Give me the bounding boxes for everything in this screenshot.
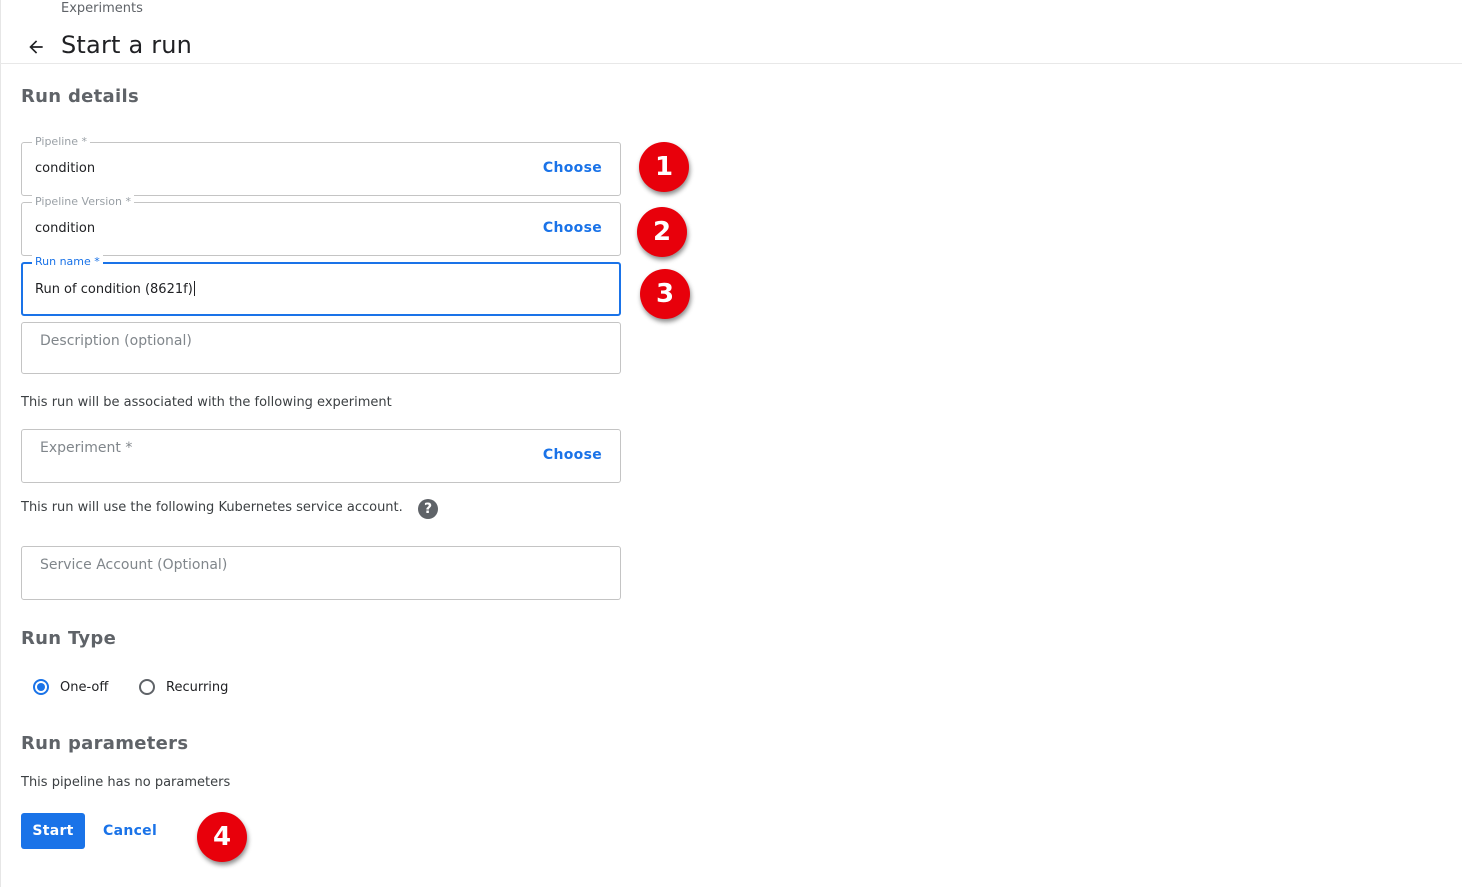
- no-parameters-note: This pipeline has no parameters: [21, 775, 231, 790]
- run-name-input[interactable]: Run of condition (8621f): [35, 281, 195, 297]
- start-run-page: Experiments Start a run Run details Pipe…: [0, 0, 1462, 887]
- help-icon[interactable]: ?: [418, 499, 438, 519]
- run-name-label: Run name *: [32, 255, 103, 269]
- header-divider: [0, 63, 1462, 64]
- radio-unchecked-icon: [139, 679, 155, 695]
- run-name-field[interactable]: Run name * Run of condition (8621f): [21, 255, 621, 316]
- left-divider: [0, 0, 1, 887]
- choose-experiment-button[interactable]: Choose: [543, 447, 602, 463]
- pipeline-version-label: Pipeline Version *: [32, 195, 134, 209]
- choose-pipeline-button[interactable]: Choose: [543, 160, 602, 176]
- description-field[interactable]: Description (optional): [21, 322, 621, 374]
- annotation-badge-4: 4: [197, 812, 247, 862]
- radio-checked-icon: [33, 679, 49, 695]
- run-type-heading: Run Type: [21, 628, 117, 649]
- run-parameters-heading: Run parameters: [21, 733, 189, 754]
- pipeline-label: Pipeline *: [32, 135, 91, 149]
- experiment-field[interactable]: Experiment * Choose: [21, 429, 621, 483]
- description-placeholder: Description (optional): [40, 333, 192, 349]
- radio-one-off[interactable]: One-off: [33, 679, 108, 695]
- arrow-left-icon: [29, 40, 43, 54]
- pipeline-field[interactable]: Pipeline * condition Choose: [21, 135, 621, 196]
- breadcrumb[interactable]: Experiments: [61, 1, 143, 16]
- experiment-note: This run will be associated with the fol…: [21, 395, 392, 410]
- pipeline-version-field[interactable]: Pipeline Version * condition Choose: [21, 195, 621, 256]
- run-details-heading: Run details: [21, 86, 139, 107]
- pipeline-value: condition: [35, 161, 96, 176]
- service-account-placeholder: Service Account (Optional): [40, 557, 228, 573]
- cancel-button[interactable]: Cancel: [103, 823, 157, 839]
- run-name-value: Run of condition (8621f): [35, 282, 193, 297]
- annotation-badge-2: 2: [637, 207, 687, 257]
- back-button[interactable]: [22, 33, 50, 61]
- radio-one-off-label: One-off: [60, 679, 109, 695]
- text-caret: [193, 281, 195, 296]
- service-account-note: This run will use the following Kubernet…: [21, 500, 403, 515]
- choose-pipeline-version-button[interactable]: Choose: [543, 220, 602, 236]
- annotation-badge-3: 3: [640, 269, 690, 319]
- radio-recurring[interactable]: Recurring: [139, 679, 228, 695]
- page-title: Start a run: [61, 31, 193, 59]
- radio-recurring-label: Recurring: [166, 679, 229, 695]
- start-button[interactable]: Start: [21, 813, 85, 849]
- experiment-placeholder: Experiment *: [40, 440, 133, 456]
- service-account-field[interactable]: Service Account (Optional): [21, 546, 621, 600]
- pipeline-version-value: condition: [35, 221, 96, 236]
- annotation-badge-1: 1: [639, 142, 689, 192]
